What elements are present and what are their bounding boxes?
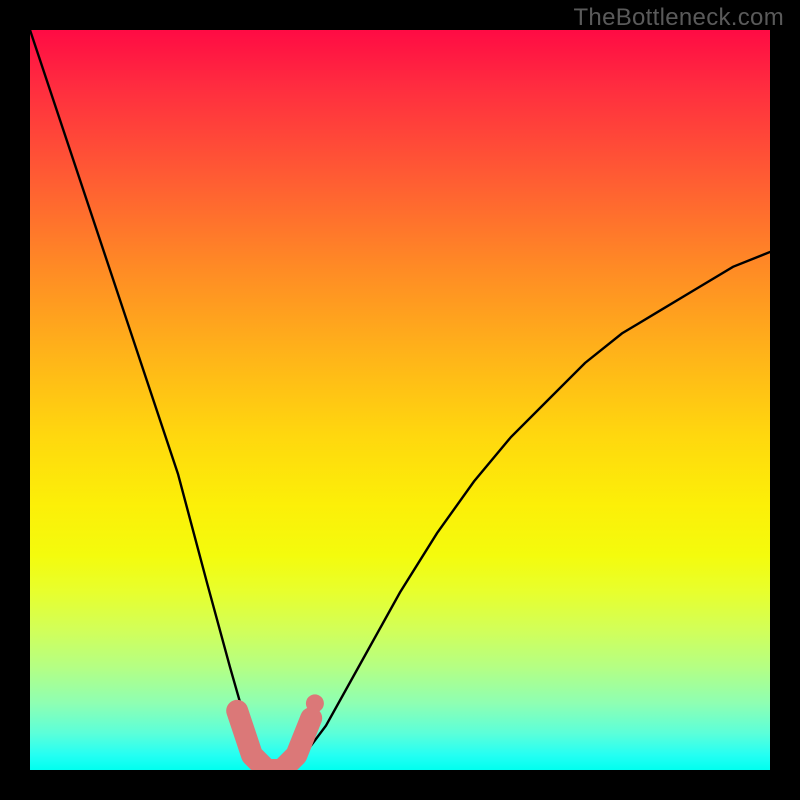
watermark-text: TheBottleneck.com [573, 4, 784, 32]
plot-area [30, 30, 770, 770]
marker-band [237, 711, 311, 770]
chart-frame: TheBottleneck.com [0, 0, 800, 800]
marker-dot [306, 694, 324, 712]
chart-overlay [30, 30, 770, 770]
bottleneck-curve [30, 30, 770, 770]
